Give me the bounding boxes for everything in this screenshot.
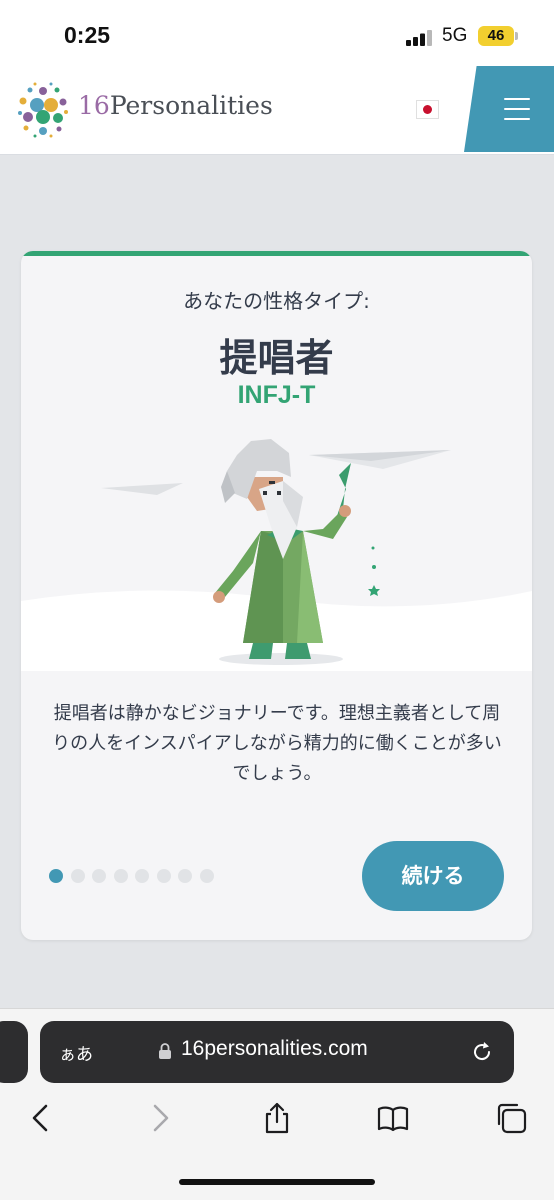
progress-dot: [92, 869, 106, 883]
logo-icon[interactable]: [14, 81, 72, 139]
address-bar[interactable]: ぁあ 16personalities.com: [40, 1021, 514, 1083]
previous-tab-preview[interactable]: [0, 1021, 28, 1083]
personality-type-name: 提唱者: [219, 336, 334, 380]
text-size-button[interactable]: ぁあ: [59, 1040, 93, 1065]
site-logo-text[interactable]: 16Personalities: [78, 91, 273, 120]
status-bar: 0:25 5G 46: [0, 0, 554, 66]
card-accent-bar: [21, 251, 532, 256]
continue-button[interactable]: 続ける: [362, 841, 504, 911]
status-time: 0:25: [64, 22, 111, 48]
lock-icon: [159, 1043, 171, 1059]
hamburger-menu-icon: [504, 98, 530, 120]
signal-strength-icon: [406, 30, 432, 46]
language-flag-icon[interactable]: [417, 101, 438, 118]
home-indicator: [179, 1179, 375, 1185]
share-icon[interactable]: [261, 1102, 293, 1134]
battery-indicator: 46: [478, 26, 518, 46]
progress-dot: [199, 869, 214, 883]
progress-dot: [113, 869, 128, 883]
progress-dots: [49, 868, 221, 884]
personality-type-code: INFJ-T: [237, 381, 316, 409]
personality-description: 提唱者は静かなビジョナリーです。理想主義者として周りの人をインスパイアしながら精…: [52, 703, 502, 784]
reload-icon[interactable]: [470, 1040, 494, 1064]
advocate-character-illustration: [21, 439, 532, 671]
bookmarks-icon[interactable]: [377, 1102, 409, 1134]
progress-dot: [70, 869, 85, 883]
network-type: 5G: [442, 25, 468, 46]
menu-button[interactable]: [464, 66, 554, 152]
url-text[interactable]: 16personalities.com: [181, 1037, 368, 1061]
browser-chrome: ぁあ 16personalities.com: [0, 1008, 554, 1200]
site-header: 16Personalities: [0, 66, 554, 155]
progress-dot: [178, 869, 192, 883]
progress-dot-active: [49, 869, 63, 883]
forward-icon[interactable]: [144, 1102, 176, 1134]
progress-dot: [135, 869, 149, 883]
result-intro: あなたの性格タイプ:: [183, 289, 370, 313]
personality-result-card: あなたの性格タイプ: 提唱者 INFJ-T 提唱者は静かなビジョナリーです。理想…: [21, 251, 532, 940]
progress-dot: [156, 869, 171, 883]
tabs-icon[interactable]: [495, 1102, 527, 1134]
back-icon[interactable]: [25, 1102, 57, 1134]
